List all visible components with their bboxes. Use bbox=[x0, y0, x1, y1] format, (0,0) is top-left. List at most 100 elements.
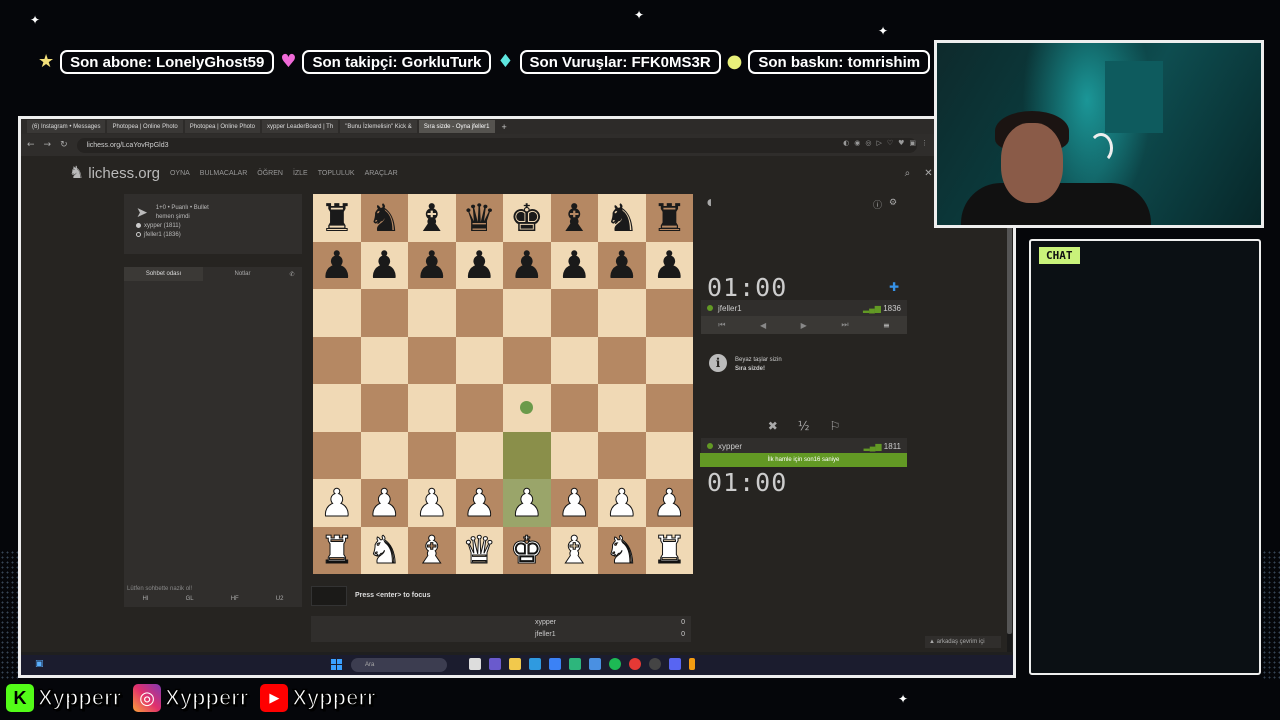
gear-icon[interactable]: ⚙ bbox=[889, 198, 897, 208]
friends-online-bar[interactable]: ▲ arkadaş çevrim içi bbox=[925, 636, 1001, 648]
task-view-icon[interactable] bbox=[469, 658, 481, 670]
white-pawn[interactable]: ♟ bbox=[645, 479, 693, 527]
menu-icon[interactable]: ≡ bbox=[883, 321, 890, 330]
preset-u2-button[interactable]: U2 bbox=[276, 596, 284, 602]
board-square[interactable] bbox=[408, 384, 456, 432]
black-bishop[interactable]: ♝ bbox=[408, 194, 456, 242]
info-icon[interactable]: ⓘ bbox=[873, 198, 882, 211]
reload-icon[interactable]: ↻ bbox=[60, 140, 68, 150]
nav-community[interactable]: TOPLULUK bbox=[318, 170, 355, 177]
board-square[interactable] bbox=[598, 384, 646, 432]
spotify-icon[interactable] bbox=[609, 658, 621, 670]
page-scrollbar[interactable] bbox=[1007, 156, 1012, 652]
nav-learn[interactable]: ÖĞREN bbox=[257, 170, 283, 177]
phone-icon[interactable]: ✆ bbox=[282, 267, 302, 281]
last-move-icon[interactable]: ⏭ bbox=[841, 320, 848, 330]
browser-tab[interactable]: Photopea | Online Photo bbox=[184, 120, 261, 133]
white-knight[interactable]: ♞ bbox=[360, 526, 408, 574]
draw-offer-button[interactable]: ½ bbox=[798, 419, 810, 433]
white-pawn[interactable]: ♟ bbox=[408, 479, 456, 527]
edge-icon[interactable] bbox=[529, 658, 541, 670]
board-square[interactable] bbox=[313, 289, 361, 337]
url-input[interactable]: lichess.org/LcaYovRpGld3 bbox=[76, 137, 917, 153]
search-icon[interactable]: ⌕ bbox=[905, 168, 911, 179]
voice-icon[interactable]: ◖ bbox=[707, 198, 712, 208]
app-icon[interactable] bbox=[689, 658, 695, 670]
board-square[interactable] bbox=[408, 336, 456, 384]
black-player-line[interactable]: jfeller1 (1836) bbox=[124, 231, 302, 240]
board-square[interactable] bbox=[550, 336, 598, 384]
board-square[interactable] bbox=[360, 289, 408, 337]
board-square[interactable] bbox=[360, 384, 408, 432]
app-icon[interactable] bbox=[569, 658, 581, 670]
browser-tab[interactable]: xypper LeaderBoard | Th bbox=[262, 120, 339, 133]
player-name[interactable]: xypper bbox=[718, 442, 742, 451]
board-square[interactable] bbox=[598, 336, 646, 384]
browser-extension-icons[interactable]: ◐◉◎▷♡♥▣⋮ bbox=[843, 139, 933, 147]
first-move-icon[interactable]: ⏮ bbox=[718, 320, 725, 330]
forward-icon[interactable]: → bbox=[44, 140, 52, 150]
board-square[interactable] bbox=[503, 336, 551, 384]
tab-notes[interactable]: Notlar bbox=[203, 267, 282, 281]
nav-play[interactable]: OYNA bbox=[170, 170, 190, 177]
site-logo[interactable]: ♞ lichess.org bbox=[69, 163, 160, 183]
move-hint-square[interactable] bbox=[503, 431, 551, 479]
preset-gl-button[interactable]: GL bbox=[186, 596, 194, 602]
white-pawn[interactable]: ♟ bbox=[550, 479, 598, 527]
black-pawn[interactable]: ♟ bbox=[503, 241, 551, 289]
preset-hi-button[interactable]: HI bbox=[143, 596, 149, 602]
browser-tab-active[interactable]: Sıra sizde - Oyna jfeller1 bbox=[418, 120, 495, 133]
white-pawn[interactable]: ♟ bbox=[313, 479, 361, 527]
black-bishop[interactable]: ♝ bbox=[550, 194, 598, 242]
black-knight[interactable]: ♞ bbox=[598, 194, 646, 242]
nav-watch[interactable]: İZLE bbox=[293, 170, 308, 177]
browser-tab[interactable]: "Bunu İzlemelisin" Kick & bbox=[340, 120, 417, 133]
board-square[interactable] bbox=[645, 336, 693, 384]
nav-tools[interactable]: ARAÇLAR bbox=[365, 170, 398, 177]
nav-puzzles[interactable]: BULMACALAR bbox=[200, 170, 247, 177]
board-square[interactable] bbox=[360, 336, 408, 384]
white-pawn[interactable]: ♟ bbox=[455, 479, 503, 527]
white-rook[interactable]: ♜ bbox=[645, 526, 693, 574]
white-bishop[interactable]: ♝ bbox=[550, 526, 598, 574]
white-pawn[interactable]: ♟ bbox=[360, 479, 408, 527]
opponent-name[interactable]: jfeller1 bbox=[718, 304, 742, 313]
app-icon[interactable] bbox=[489, 658, 501, 670]
tab-chat-room[interactable]: Sohbet odası bbox=[124, 267, 203, 281]
white-king[interactable]: ♚ bbox=[503, 526, 551, 574]
board-square[interactable] bbox=[455, 336, 503, 384]
discord-icon[interactable] bbox=[669, 658, 681, 670]
white-bishop[interactable]: ♝ bbox=[408, 526, 456, 574]
board-square[interactable] bbox=[550, 289, 598, 337]
white-player-line[interactable]: xypper (1811) bbox=[124, 222, 302, 231]
browser-tab[interactable]: Photopea | Online Photo bbox=[107, 120, 183, 133]
white-knight[interactable]: ♞ bbox=[598, 526, 646, 574]
board-square[interactable] bbox=[313, 384, 361, 432]
board-square[interactable] bbox=[455, 289, 503, 337]
preset-hf-button[interactable]: HF bbox=[231, 596, 239, 602]
board-square[interactable] bbox=[408, 431, 456, 479]
black-rook[interactable]: ♜ bbox=[313, 194, 361, 242]
taskbar-search-input[interactable]: Ara bbox=[351, 658, 447, 672]
board-square[interactable] bbox=[313, 336, 361, 384]
notification-icon[interactable]: ▣ bbox=[35, 659, 44, 669]
next-move-icon[interactable]: ▶ bbox=[801, 321, 807, 330]
black-rook[interactable]: ♜ bbox=[645, 194, 693, 242]
selected-white-pawn[interactable]: ♟ bbox=[503, 479, 551, 527]
board-square[interactable] bbox=[598, 431, 646, 479]
move-hint-square[interactable] bbox=[503, 384, 551, 432]
back-icon[interactable]: ← bbox=[27, 140, 35, 150]
board-square[interactable] bbox=[455, 384, 503, 432]
keyboard-move-input[interactable] bbox=[311, 586, 347, 606]
board-square[interactable] bbox=[598, 289, 646, 337]
folder-icon[interactable] bbox=[509, 658, 521, 670]
add-time-icon[interactable]: ✚ bbox=[889, 280, 899, 294]
board-square[interactable] bbox=[645, 289, 693, 337]
black-pawn[interactable]: ♟ bbox=[313, 241, 361, 289]
board-square[interactable] bbox=[313, 431, 361, 479]
white-queen[interactable]: ♛ bbox=[455, 526, 503, 574]
store-icon[interactable] bbox=[549, 658, 561, 670]
black-pawn[interactable]: ♟ bbox=[408, 241, 456, 289]
opera-icon[interactable] bbox=[629, 658, 641, 670]
white-pawn[interactable]: ♟ bbox=[598, 479, 646, 527]
